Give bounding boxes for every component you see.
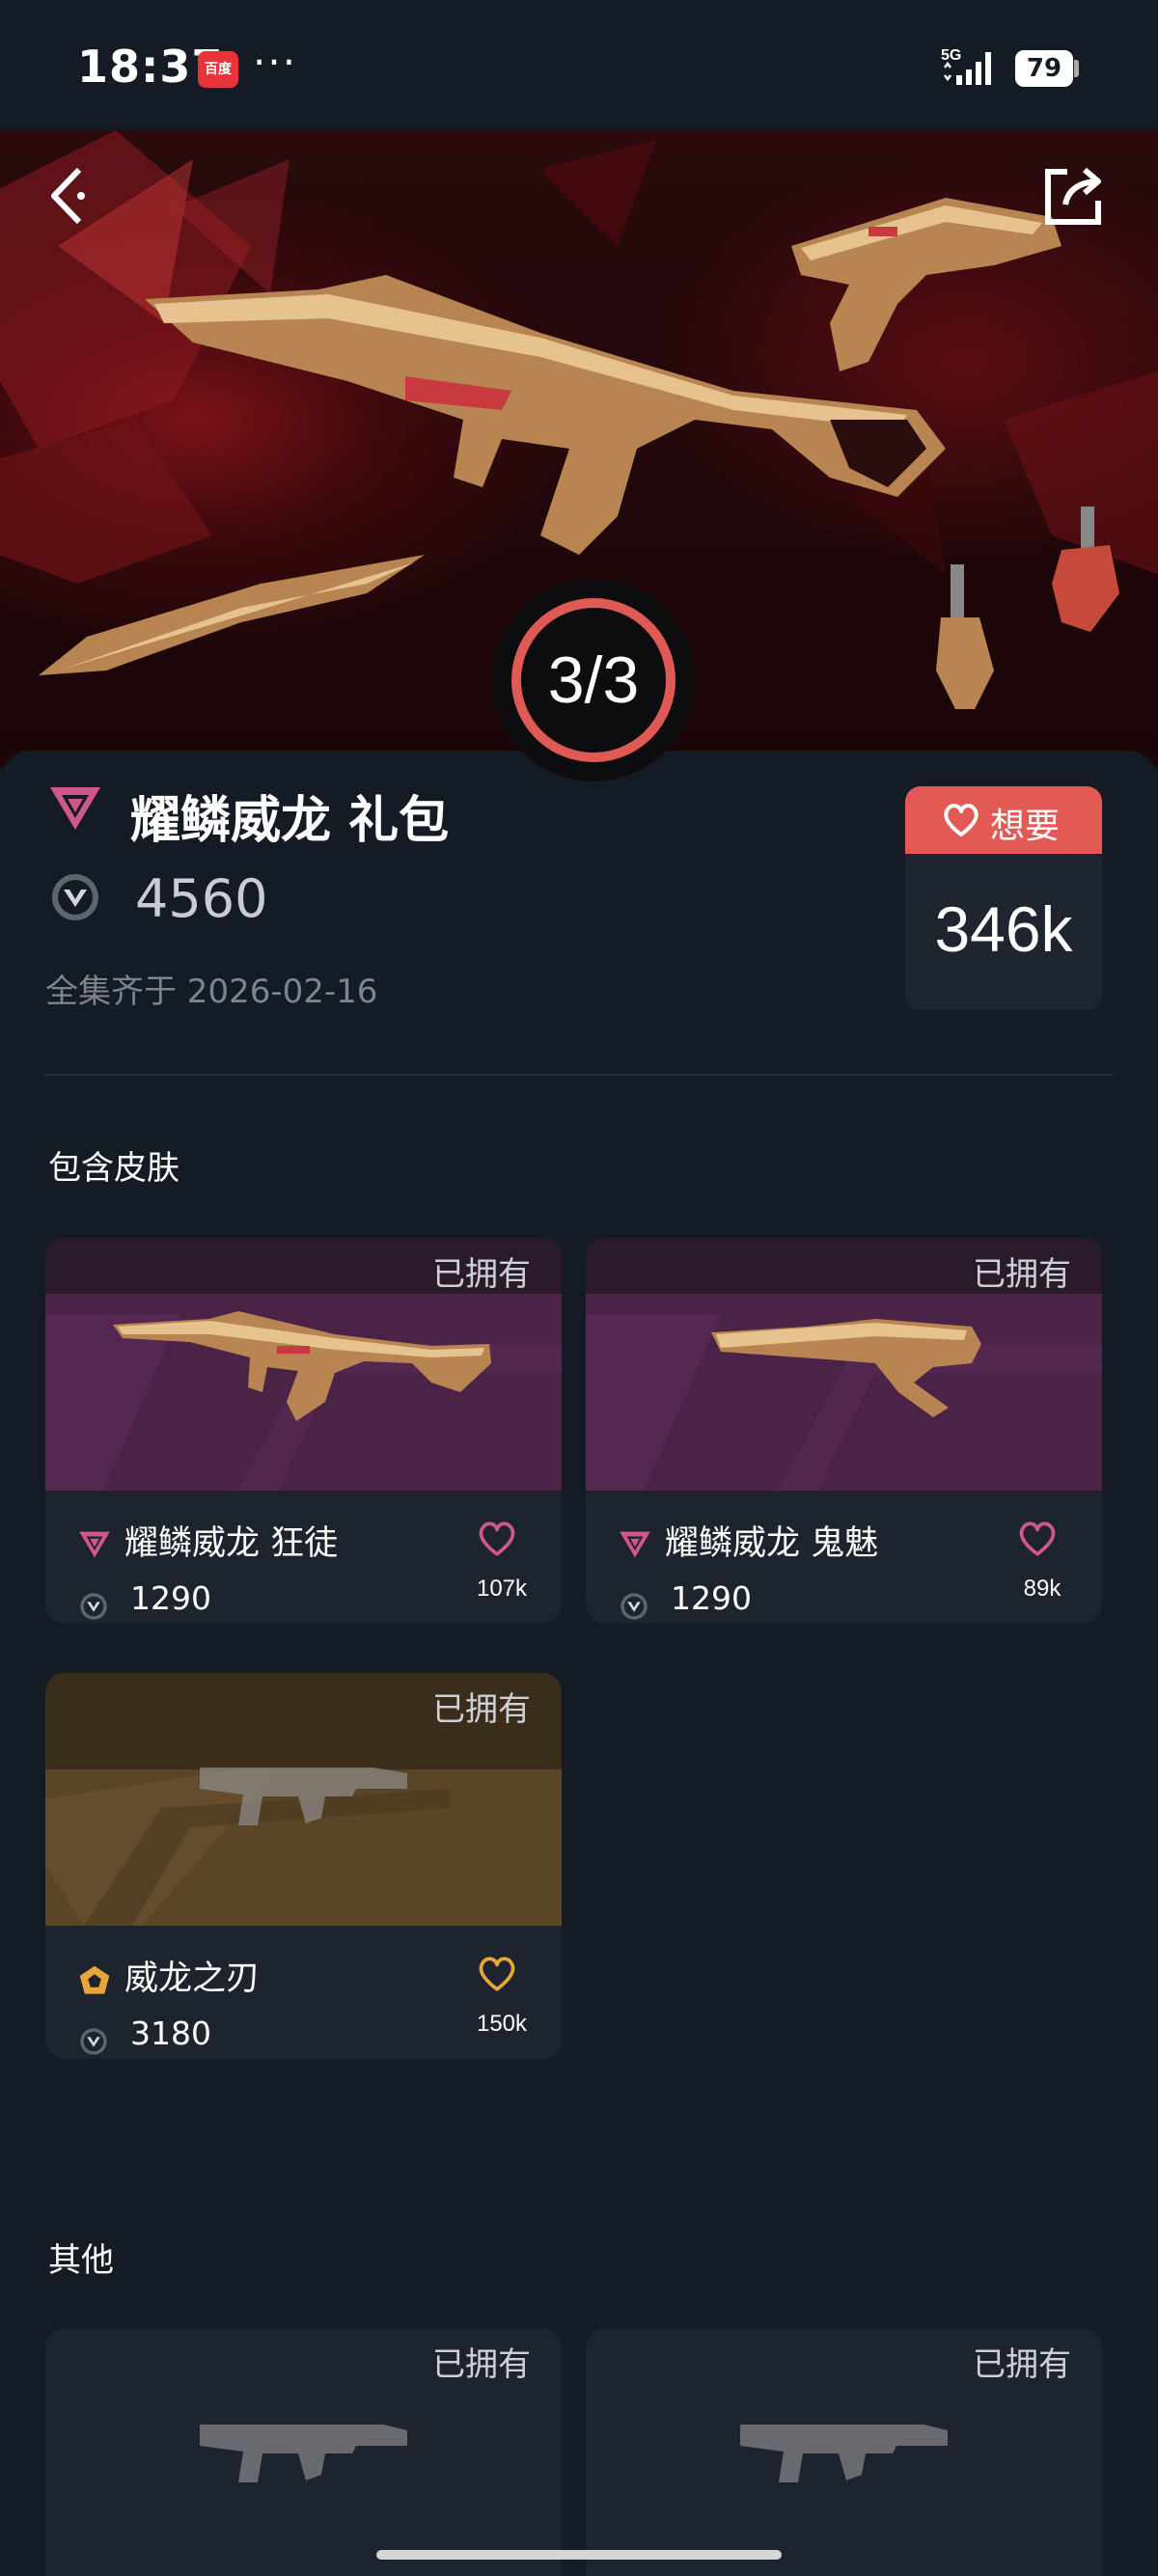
skin-name: 耀鳞威龙 狂徒 [124, 1524, 339, 1563]
owned-label: 已拥有 [432, 2345, 531, 2384]
skin-price: 1290 [130, 1579, 211, 1617]
tier-premium-icon [48, 783, 102, 837]
bundle-title: 耀鳞威龙 礼包 [130, 792, 450, 850]
wishlist-count: 150k [476, 2011, 528, 2037]
share-button[interactable] [1040, 162, 1108, 230]
section-title-other: 其他 [48, 2241, 114, 2280]
more-notifications-icon: ··· [253, 39, 298, 86]
completion-date: 全集齐于 2026-02-16 [45, 973, 378, 1011]
bundle-info-panel [0, 751, 1158, 2576]
rifle-illustration [113, 1311, 491, 1421]
share-icon [1045, 167, 1101, 225]
wishlist-heart-icon[interactable] [1016, 1520, 1059, 1562]
progress-label: 3/3 [547, 644, 640, 717]
other-item-card[interactable]: 已拥有 [45, 2328, 562, 2576]
divider [45, 1074, 1113, 1076]
battery-tip [1074, 60, 1079, 77]
owned-label: 已拥有 [973, 2345, 1071, 2384]
skin-name: 耀鳞威龙 鬼魅 [665, 1524, 879, 1563]
owned-label: 已拥有 [432, 1690, 531, 1729]
wishlist-count: 107k [476, 1576, 528, 1602]
network-label: 5G [941, 47, 961, 64]
skin-name: 威龙之刃 [124, 1959, 261, 1998]
wishlist-count: 346k [934, 893, 1073, 965]
wishlist-button[interactable]: 想要 346k [905, 786, 1102, 1010]
back-button[interactable] [39, 162, 106, 230]
valorant-points-icon [619, 1591, 649, 1624]
buddy-illustration [936, 507, 1119, 709]
signal-icon: 5G [941, 46, 1008, 91]
skin-price: 3180 [130, 2014, 211, 2052]
pistol-illustration [791, 198, 1062, 371]
owned-label: 已拥有 [432, 1255, 531, 1294]
skin-card[interactable]: 已拥有 威龙之刃 3180 150k [45, 1673, 562, 2059]
wishlist-heart-icon[interactable] [476, 1955, 518, 1997]
other-item-card[interactable]: 已拥有 [586, 2328, 1102, 2576]
skin-card[interactable]: 已拥有 耀鳞威龙 狂徒 1290 107k [45, 1238, 562, 1624]
smg-silhouette [200, 2425, 407, 2482]
smg-silhouette [740, 2425, 948, 2482]
bundle-price: 4560 [135, 868, 268, 929]
section-title-included: 包含皮肤 [48, 1149, 179, 1188]
tier-premium-icon [619, 1529, 651, 1564]
skin-card[interactable]: 已拥有 耀鳞威龙 鬼魅 1290 89k [586, 1238, 1102, 1624]
heart-icon [942, 802, 980, 842]
app-notification-icon: 百度 [198, 51, 238, 88]
wishlist-count: 89k [1023, 1576, 1062, 1602]
home-indicator[interactable] [376, 2550, 782, 2560]
tier-exclusive-icon [78, 1964, 111, 2001]
chevron-left-icon [51, 167, 85, 225]
wishlist-heart-icon[interactable] [476, 1520, 518, 1562]
valorant-points-icon [48, 870, 102, 928]
tier-premium-icon [78, 1529, 111, 1564]
app-badge-label: 百度 [205, 62, 232, 77]
rifle-illustration [145, 275, 946, 555]
valorant-points-icon [78, 1591, 109, 1624]
skin-price: 1290 [671, 1579, 752, 1617]
valorant-points-icon [78, 2026, 109, 2059]
collection-progress: 3/3 [492, 579, 695, 781]
owned-label: 已拥有 [973, 1255, 1071, 1294]
wishlist-label: 想要 [990, 807, 1061, 846]
battery-icon: 79 [1015, 50, 1073, 87]
